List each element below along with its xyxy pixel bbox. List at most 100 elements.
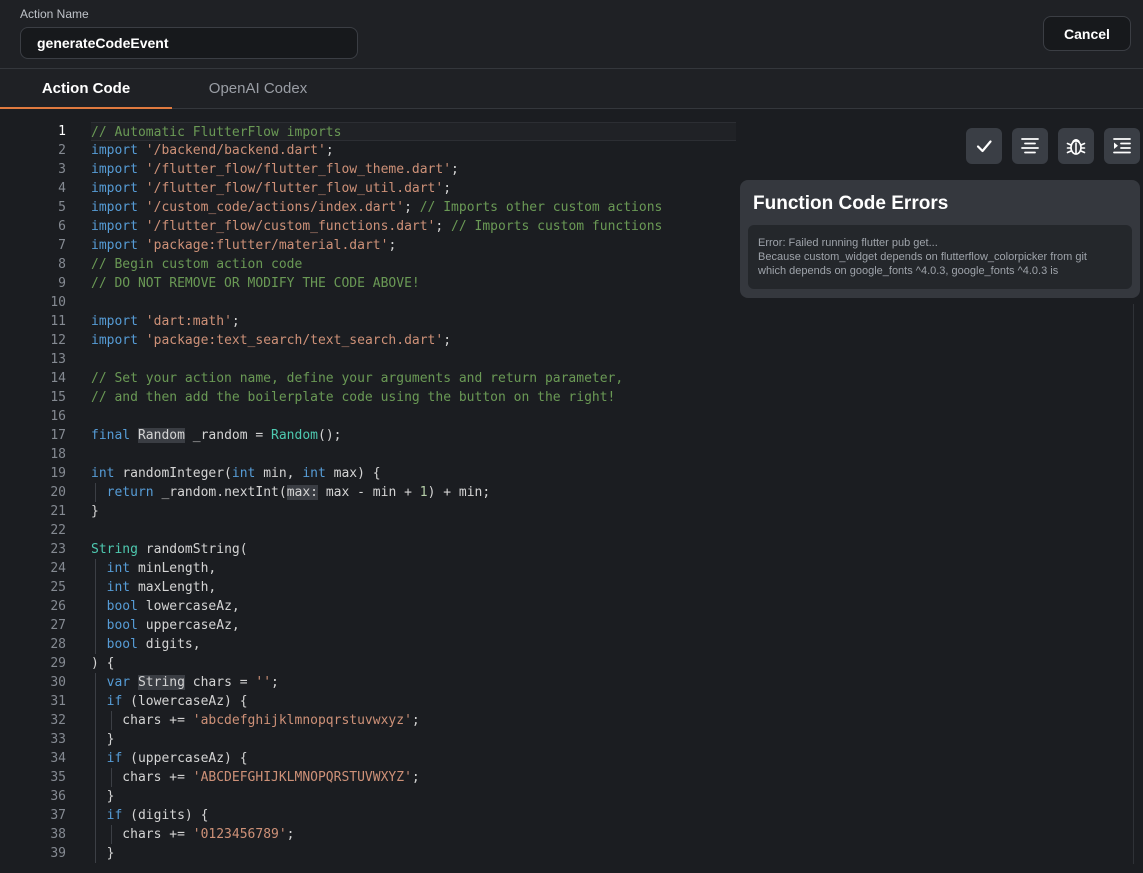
code-line[interactable]: import 'package:text_search/text_search.… [91, 331, 736, 350]
action-name-input[interactable] [20, 27, 358, 59]
code-token: min, [263, 466, 303, 481]
line-number: 25 [50, 580, 66, 595]
indent-guide [110, 825, 112, 844]
code-line[interactable]: // Automatic FlutterFlow imports [91, 122, 736, 141]
code-line[interactable]: int maxLength, [91, 578, 736, 597]
code-line[interactable]: // and then add the boilerplate code usi… [91, 388, 736, 407]
code-line[interactable]: import '/flutter_flow/flutter_flow_util.… [91, 179, 736, 198]
code-line[interactable] [91, 407, 736, 426]
code-line[interactable]: bool digits, [91, 635, 736, 654]
code-token: randomString( [145, 542, 248, 557]
code-line[interactable]: // Set your action name, define your arg… [91, 369, 736, 388]
code-token: ; [435, 219, 452, 234]
line-number: 36 [50, 789, 66, 804]
code-line[interactable] [91, 521, 736, 540]
tab-action-code[interactable]: Action Code [0, 69, 172, 109]
line-number: 6 [58, 219, 66, 234]
code-line[interactable]: int randomInteger(int min, int max) { [91, 464, 736, 483]
top-bar: Action Name Cancel [0, 0, 1143, 69]
code-line[interactable]: if (digits) { [91, 806, 736, 825]
code-token: import [91, 162, 146, 177]
code-token: int [91, 466, 123, 481]
code-line[interactable]: String randomString( [91, 540, 736, 559]
code-line[interactable]: var String chars = ''; [91, 673, 736, 692]
code-line[interactable] [91, 293, 736, 312]
code-token: import [91, 143, 146, 158]
code-token: ) + min; [427, 485, 491, 500]
indent-guide [95, 559, 96, 578]
code-token: import [91, 333, 146, 348]
indent-button[interactable] [1104, 128, 1140, 164]
code-token: uppercaseAz, [145, 618, 240, 633]
check-code-button[interactable] [966, 128, 1002, 164]
code-line[interactable]: } [91, 787, 736, 806]
code-token: import [91, 219, 146, 234]
code-line[interactable]: } [91, 502, 736, 521]
code-line[interactable]: bool lowercaseAz, [91, 597, 736, 616]
code-line[interactable]: ) { [91, 654, 736, 673]
check-icon [976, 140, 992, 153]
code-token: String [91, 542, 146, 557]
indent-guide [95, 635, 96, 654]
code-line[interactable]: // DO NOT REMOVE OR MODIFY THE CODE ABOV… [91, 274, 736, 293]
indent-guide [95, 749, 96, 768]
code-line[interactable]: int minLength, [91, 559, 736, 578]
code-line[interactable]: import '/custom_code/actions/index.dart'… [91, 198, 736, 217]
indent-guide [95, 730, 96, 749]
line-number: 31 [50, 694, 66, 709]
code-line[interactable] [91, 445, 736, 464]
code-token: ; [325, 143, 334, 158]
code-token: import [91, 238, 146, 253]
code-token: (lowercaseAz) { [130, 694, 248, 709]
code-line[interactable]: chars += 'ABCDEFGHIJKLMNOPQRSTUVWXYZ'; [91, 768, 736, 787]
code-token: var [106, 675, 138, 690]
code-line[interactable]: } [91, 844, 736, 863]
format-code-button[interactable] [1012, 128, 1048, 164]
line-number: 39 [50, 846, 66, 861]
code-line[interactable]: // Begin custom action code [91, 255, 736, 274]
code-token: max) { [333, 466, 381, 481]
code-line[interactable]: bool uppercaseAz, [91, 616, 736, 635]
code-token: if [106, 694, 131, 709]
code-token: ) { [91, 656, 115, 671]
code-token: // Automatic FlutterFlow imports [91, 125, 342, 140]
code-line[interactable]: final Random _random = Random(); [91, 426, 736, 445]
code-line[interactable]: chars += '0123456789'; [91, 825, 736, 844]
cancel-button[interactable]: Cancel [1043, 16, 1131, 51]
code-token: int [106, 561, 138, 576]
code-token: // Imports other custom actions [419, 200, 663, 215]
error-line: which depends on google_fonts ^4.0.3, go… [758, 265, 1059, 277]
tab-bar: Action Code OpenAI Codex [0, 69, 1143, 109]
code-line[interactable]: import '/flutter_flow/flutter_flow_theme… [91, 160, 736, 179]
tab-openai-codex[interactable]: OpenAI Codex [172, 69, 344, 108]
code-line[interactable]: if (uppercaseAz) { [91, 749, 736, 768]
format-icon [1021, 138, 1039, 154]
code-token: (); [318, 428, 342, 443]
code-token: ; [443, 333, 452, 348]
code-line[interactable] [91, 350, 736, 369]
line-number: 21 [50, 504, 66, 519]
code-token: bool [106, 618, 146, 633]
code-line[interactable]: import 'dart:math'; [91, 312, 736, 331]
code-line[interactable]: import 'package:flutter/material.dart'; [91, 236, 736, 255]
code-line[interactable]: return _random.nextInt(max: max - min + … [91, 483, 736, 502]
code-line[interactable]: if (lowercaseAz) { [91, 692, 736, 711]
code-token: lowercaseAz, [145, 599, 240, 614]
code-line[interactable]: import '/backend/backend.dart'; [91, 141, 736, 160]
editor-scrollbar-track[interactable] [1133, 304, 1134, 864]
code-token: minLength, [137, 561, 217, 576]
code-editor[interactable]: 1 2 3 4 5 6 7 8 9 10 11 12 13 14 15 16 17 18 19 20 21 22 23 24 2… [0, 109, 1143, 873]
code-area[interactable]: // Automatic FlutterFlow imports import '… [91, 122, 736, 863]
line-number: 7 [58, 238, 66, 253]
line-number: 27 [50, 618, 66, 633]
code-token: // and then add the boilerplate code usi… [91, 390, 616, 405]
code-line[interactable]: chars += 'abcdefghijklmnopqrstuvwxyz'; [91, 711, 736, 730]
code-token: max: [286, 485, 318, 500]
line-number-gutter: 1 2 3 4 5 6 7 8 9 10 11 12 13 14 15 16 17 18 19 20 21 22 23 24 2… [0, 122, 66, 863]
debug-button[interactable] [1058, 128, 1094, 164]
code-line[interactable]: import '/flutter_flow/custom_functions.d… [91, 217, 736, 236]
code-line[interactable]: } [91, 730, 736, 749]
